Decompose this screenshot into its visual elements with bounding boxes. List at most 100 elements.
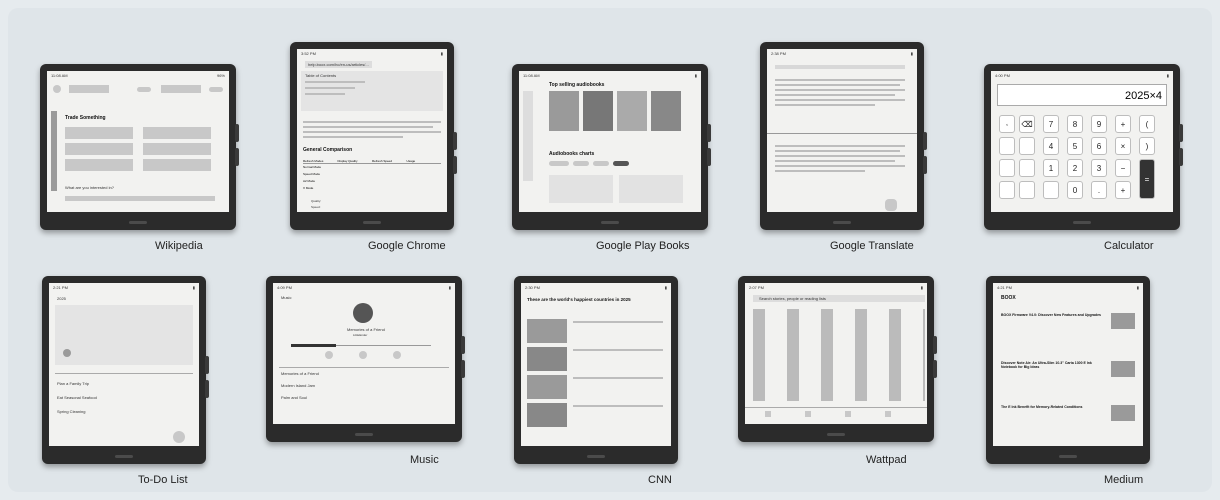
device-music[interactable]: 4:09 PM ▮ Music Memories of a Friend Litt… <box>266 276 465 442</box>
calc-key[interactable]: 5 <box>1067 137 1083 155</box>
calc-key[interactable] <box>1043 181 1059 199</box>
page-button[interactable] <box>235 124 239 142</box>
playlist-item[interactable]: Modern Island Jam <box>281 383 315 388</box>
page-button[interactable] <box>923 156 927 174</box>
nav-title[interactable]: Music <box>281 295 291 300</box>
page-button[interactable] <box>235 148 239 166</box>
calc-key[interactable]: 6 <box>1091 137 1107 155</box>
write-icon[interactable] <box>885 411 891 417</box>
device-chrome[interactable]: 3:52 PM ▮ help.boox.com/hc/en-us/articles… <box>290 42 457 230</box>
calc-key[interactable]: 1 <box>1043 159 1059 177</box>
device-playbooks[interactable]: 11:08 AM ▮ Top selling audiobooks Audiobo… <box>512 64 711 230</box>
battery-icon: ▮ <box>910 51 913 56</box>
calc-key[interactable] <box>1019 159 1035 177</box>
calc-key[interactable]: + <box>1115 181 1131 199</box>
calc-key[interactable]: × <box>1115 137 1131 155</box>
calc-key[interactable] <box>999 159 1015 177</box>
calc-key[interactable]: 4 <box>1043 137 1059 155</box>
calc-key[interactable]: 8 <box>1067 115 1083 133</box>
add-button[interactable] <box>885 199 897 211</box>
todo-item[interactable]: Plan a Family Trip <box>57 381 89 386</box>
page-button[interactable] <box>461 360 465 378</box>
install-button <box>209 87 223 92</box>
page-button[interactable] <box>923 132 927 150</box>
headline[interactable]: These are the world's happiest countries… <box>527 297 667 302</box>
device-translate[interactable]: 2:38 PM ▮ <box>760 42 927 230</box>
equals-key[interactable]: = <box>1139 159 1155 199</box>
table-header-cell: Usage <box>406 159 416 163</box>
search-input[interactable]: Search stories, people or reading lists <box>753 295 925 302</box>
device-calculator[interactable]: 4:00 PM ▮ 2025×4 < ⌫ 7 8 9 + ( 4 5 6 × ) … <box>984 64 1183 230</box>
page-button[interactable] <box>1179 148 1183 166</box>
address-bar[interactable]: help.boox.com/hc/en-us/articles/... <box>305 61 372 68</box>
page-button[interactable] <box>707 148 711 166</box>
calc-key[interactable]: ) <box>1139 137 1155 155</box>
calc-key[interactable]: 0 <box>1067 181 1083 199</box>
calc-key[interactable]: 9 <box>1091 115 1107 133</box>
calc-key[interactable] <box>999 137 1015 155</box>
book-cover[interactable] <box>549 91 579 131</box>
calc-key[interactable]: ( <box>1139 115 1155 133</box>
calc-key[interactable]: ⌫ <box>1019 115 1035 133</box>
calendar-day-selected[interactable] <box>63 349 71 357</box>
search-icon[interactable] <box>805 411 811 417</box>
page-button[interactable] <box>205 356 209 374</box>
playlist-item[interactable]: Memories of a Friend <box>281 371 319 376</box>
app-label: CNN <box>648 474 672 486</box>
progress-fill[interactable] <box>291 344 336 347</box>
device-medium[interactable]: 4:21 PM ▮ BOOX BOOX Firmware V4.0: Discov… <box>986 276 1150 464</box>
article-image[interactable] <box>527 347 567 371</box>
filter-chip[interactable] <box>613 161 629 166</box>
calc-key[interactable]: < <box>999 115 1015 133</box>
calc-key[interactable]: 3 <box>1091 159 1107 177</box>
book-cover[interactable] <box>651 91 681 131</box>
calc-key[interactable] <box>999 181 1015 199</box>
rewind-button[interactable] <box>325 351 333 359</box>
page-button[interactable] <box>707 124 711 142</box>
book-entry[interactable] <box>549 175 613 203</box>
forward-button[interactable] <box>393 351 401 359</box>
text-line <box>573 321 663 323</box>
device-wattpad[interactable]: 2:07 PM ▮ Search stories, people or readi… <box>738 276 937 442</box>
battery-icon: ▮ <box>440 51 443 56</box>
device-cnn[interactable]: 2:30 PM ▮ These are the world's happiest … <box>514 276 678 464</box>
translate-screen: 2:38 PM ▮ <box>767 49 917 212</box>
article-image[interactable] <box>527 375 567 399</box>
book-cover[interactable] <box>583 91 613 131</box>
calc-key[interactable]: − <box>1115 159 1131 177</box>
text-line <box>775 104 875 106</box>
page-button[interactable] <box>933 360 937 378</box>
home-icon[interactable] <box>765 411 771 417</box>
calc-key[interactable]: . <box>1091 181 1107 199</box>
page-button[interactable] <box>461 336 465 354</box>
todo-item[interactable]: Eat Seasonal Seafood <box>57 395 97 400</box>
calc-key[interactable]: 7 <box>1043 115 1059 133</box>
page-button[interactable] <box>453 156 457 174</box>
book-entry[interactable] <box>619 175 683 203</box>
filter-chip[interactable] <box>593 161 609 166</box>
article-title[interactable]: Discover Note Air: An Ultra-Slim 10.3" C… <box>1001 361 1101 369</box>
page-button[interactable] <box>1179 124 1183 142</box>
article-image[interactable] <box>527 319 567 343</box>
calc-key[interactable] <box>1019 137 1035 155</box>
library-icon[interactable] <box>845 411 851 417</box>
device-todo[interactable]: 2:21 PM ▮ 2025 Plan a Family Trip Eat Sea… <box>42 276 209 464</box>
article-image[interactable] <box>527 403 567 427</box>
article-title[interactable]: BOOX Firmware V4.0: Discover New Feature… <box>1001 313 1101 317</box>
calc-key[interactable]: + <box>1115 115 1131 133</box>
add-button[interactable] <box>173 431 185 443</box>
todo-item[interactable]: Spring Cleaning <box>57 409 85 414</box>
page-button[interactable] <box>205 380 209 398</box>
filter-chip[interactable] <box>573 161 589 166</box>
play-pause-button[interactable] <box>359 351 367 359</box>
filter-chip[interactable] <box>549 161 569 166</box>
device-wikipedia[interactable]: 11:08 AM 96% Trade Something What are you… <box>40 64 239 230</box>
calc-key[interactable] <box>1019 181 1035 199</box>
calc-key[interactable]: 2 <box>1067 159 1083 177</box>
calendar-year[interactable]: 2025 <box>57 296 66 301</box>
book-cover[interactable] <box>617 91 647 131</box>
playlist-item[interactable]: Palm and Soul <box>281 395 307 400</box>
page-button[interactable] <box>453 132 457 150</box>
article-title[interactable]: The E Ink Benefit for Memory-Related Con… <box>1001 405 1101 409</box>
page-button[interactable] <box>933 336 937 354</box>
